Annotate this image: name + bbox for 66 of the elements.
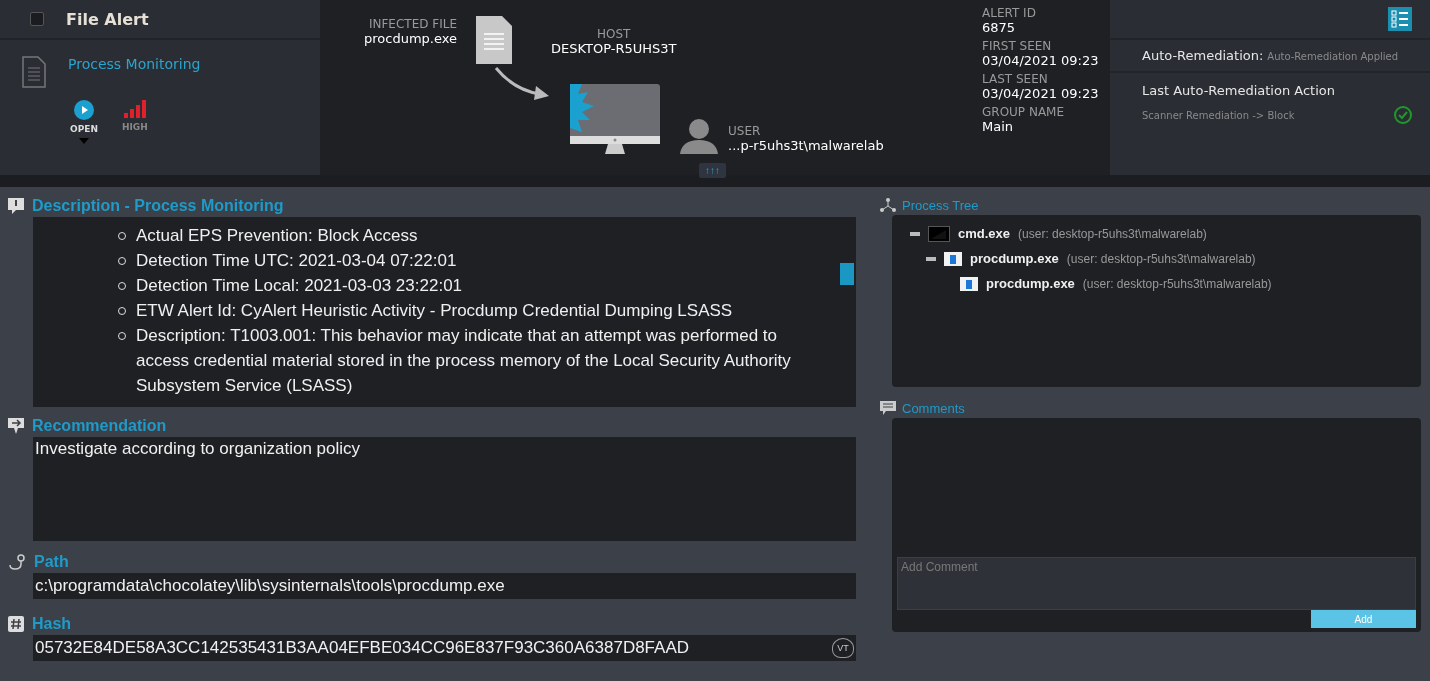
last-action-title: Last Auto-Remediation Action (1142, 83, 1336, 98)
infected-file-name: procdump.exe (364, 31, 457, 46)
infected-file-label: INFECTED FILE (367, 17, 457, 31)
section-title: Path (34, 553, 69, 571)
last-action-value: Scanner Remediation -> Block (1142, 109, 1295, 121)
application-icon (960, 276, 978, 291)
console-icon (928, 225, 950, 242)
section-title: Hash (32, 615, 72, 633)
tree-icon (880, 198, 896, 212)
description-item: Detection Time Local: 2021-03-03 23:22:01 (136, 275, 463, 297)
auto-remediation-status: Auto-Remediation Applied (1267, 51, 1399, 62)
description-item: Actual EPS Prevention: Block Access (136, 225, 418, 247)
arrow-icon (494, 66, 550, 100)
info-value: Main (982, 119, 1015, 134)
path-value: c:\programdata\chocolatey\lib\sysinternals\tools\procdump.exe (35, 576, 505, 596)
comment-input[interactable]: Add Comment (897, 557, 1416, 610)
description-item: Detection Time UTC: 2021-03-04 07:22:01 (136, 250, 457, 272)
process-name[interactable]: procdump.exe (986, 276, 1075, 291)
process-monitoring-link[interactable]: Process Monitoring (68, 56, 201, 88)
description-item: Description: T1003.001: This behavior may indicate that an attempt was performed to access credential material stored in the process memory of the Local Security Authority Subsystem Service (LSASS) (136, 325, 792, 397)
application-icon (944, 251, 962, 266)
file-icon (476, 16, 512, 64)
process-user: (user: desktop-r5uhs3t\malwarelab) (1018, 226, 1207, 241)
select-checkbox[interactable] (30, 12, 44, 26)
severity-bars-icon (123, 100, 146, 118)
info-label: LAST SEEN (982, 72, 1049, 86)
document-icon (22, 56, 46, 88)
section-title: Description - Process Monitoring (32, 197, 284, 215)
section-title: Process Tree (902, 197, 979, 213)
comment-icon (880, 401, 896, 415)
play-icon[interactable] (73, 100, 94, 120)
user-icon (680, 118, 718, 154)
description-item: ETW Alert Id: CyAlert Heuristic Activity - Procdump Credential Dumping LSASS (136, 300, 733, 322)
info-value: 6875 (982, 20, 1017, 35)
checklist-icon[interactable] (1388, 7, 1412, 31)
info-label: GROUP NAME (982, 105, 1066, 119)
speech-bubble-icon (8, 198, 24, 214)
expand-button[interactable]: ↑↑↑ (699, 163, 726, 178)
info-value: 03/04/2021 09:23 (982, 53, 1099, 68)
info-label: FIRST SEEN (982, 39, 1053, 53)
info-value: 03/04/2021 09:23 (982, 86, 1099, 101)
check-circle-icon (1394, 106, 1412, 124)
severity-label: HIGH (121, 122, 148, 132)
section-title: Recommendation (32, 417, 167, 435)
recommendation-text: Investigate according to organization policy (33, 437, 856, 541)
user-name: ...p-r5uhs3t\malwarelab (728, 138, 884, 153)
process-user: (user: desktop-r5uhs3t\malwarelab) (1066, 251, 1256, 266)
scrollbar-thumb[interactable] (840, 263, 854, 285)
info-label: ALERT ID (982, 6, 1037, 20)
path-icon (8, 554, 26, 570)
process-user: (user: desktop-r5uhs3t\malwarelab) (1082, 276, 1272, 291)
host-name: DESKTOP-R5UHS3T (551, 41, 677, 56)
host-label: HOST (596, 27, 632, 41)
auto-remediation-label: Auto-Remediation: (1142, 48, 1264, 63)
process-name[interactable]: cmd.exe (958, 226, 1011, 241)
infected-computer-icon (570, 84, 660, 156)
section-title: Comments (902, 400, 965, 416)
status-label[interactable]: OPEN (70, 124, 98, 134)
recommendation-icon (8, 418, 24, 434)
collapse-toggle[interactable] (926, 256, 936, 261)
collapse-toggle[interactable] (910, 231, 920, 236)
user-label: USER (728, 124, 762, 138)
alert-type-title: File Alert (66, 9, 149, 29)
hash-icon (8, 616, 24, 632)
hash-value: 05732E84DE58A3CC142535431B3AA04EFBE034CC96E837F93C360A6387D8FAAD (35, 638, 690, 658)
process-name[interactable]: procdump.exe (970, 251, 1059, 266)
